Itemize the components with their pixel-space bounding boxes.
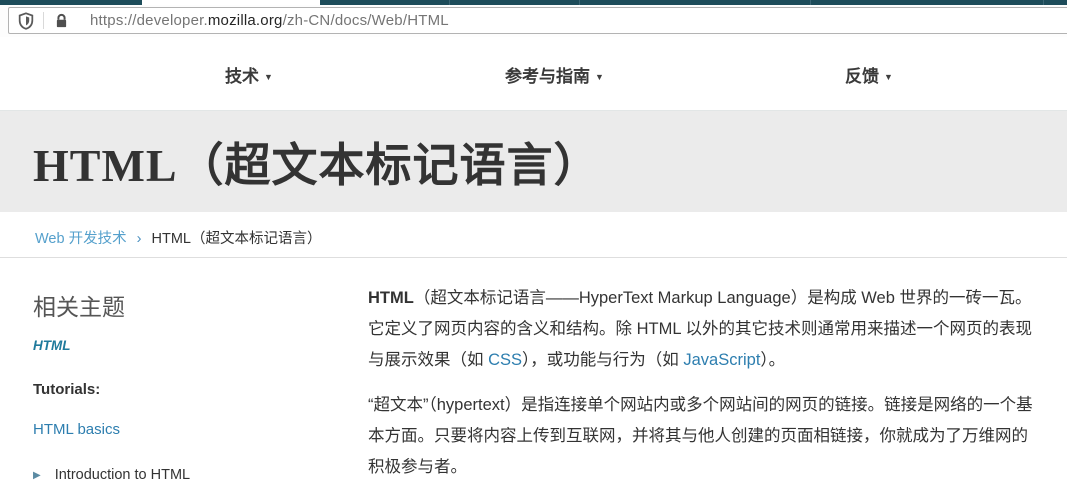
chevron-down-icon: ▼	[264, 72, 273, 82]
nav-item-technologies[interactable]: 技术 ▼	[225, 62, 273, 87]
shield-icon[interactable]	[9, 8, 43, 33]
content-link[interactable]: JavaScript	[683, 351, 760, 369]
breadcrumb: Web 开发技术 › HTML（超文本标记语言）	[0, 212, 1067, 258]
url-domain: mozilla.org	[207, 12, 283, 29]
sidebar-item-label: Introduction to HTML	[54, 467, 191, 483]
bold-text: HTML	[368, 289, 414, 307]
breadcrumb-link-web[interactable]: Web 开发技术	[35, 231, 127, 247]
page-title: HTML（超文本标记语言）	[33, 140, 601, 191]
nav-item-label: 参考与指南	[505, 67, 590, 86]
url-path: /zh-CN/docs/Web/HTML	[282, 12, 449, 29]
paragraph-text: ），或功能与行为（如	[522, 351, 684, 369]
browser-chrome: https://developer.mozilla.org/zh-CN/docs…	[0, 5, 1067, 37]
content-link[interactable]: CSS	[488, 351, 522, 369]
chevron-down-icon: ▼	[595, 72, 604, 82]
nav-item-references[interactable]: 参考与指南 ▼	[505, 62, 604, 87]
article-paragraph: HTML（超文本标记语言——HyperText Markup Language）…	[368, 283, 1036, 376]
sidebar-topic-link-html[interactable]: HTML	[33, 338, 71, 353]
article-paragraph: “超文本”（hypertext）是指连接单个网站内或多个网站间的网页的链接。链接…	[368, 390, 1036, 483]
url-text[interactable]: https://developer.mozilla.org/zh-CN/docs…	[90, 12, 449, 29]
lock-icon[interactable]	[44, 8, 78, 33]
address-bar[interactable]: https://developer.mozilla.org/zh-CN/docs…	[8, 7, 1067, 34]
breadcrumb-current: HTML（超文本标记语言）	[151, 231, 322, 247]
chevron-down-icon: ▼	[884, 72, 893, 82]
article-body: HTML（超文本标记语言——HyperText Markup Language）…	[368, 258, 1036, 483]
paragraph-text: “超文本”（hypertext）是指连接单个网站内或多个网站间的网页的链接。链接…	[368, 396, 1033, 476]
sidebar-heading: 相关主题	[33, 295, 125, 320]
breadcrumb-separator-icon: ›	[136, 231, 142, 247]
sidebar-tutorials-label: Tutorials:	[33, 381, 101, 398]
nav-item-label: 反馈	[845, 67, 879, 86]
nav-item-label: 技术	[225, 67, 259, 86]
sidebar: 相关主题 HTML Tutorials: HTML basics ▶ Introd…	[33, 258, 343, 483]
nav-item-feedback[interactable]: 反馈 ▼	[845, 62, 893, 87]
site-nav: 技术 ▼ 参考与指南 ▼ 反馈 ▼	[0, 37, 1067, 110]
paragraph-text: ）。	[760, 351, 786, 369]
sidebar-link-html-basics[interactable]: HTML basics	[33, 421, 120, 438]
expand-arrow-icon: ▶	[33, 470, 41, 481]
url-prefix: https://developer.	[90, 12, 208, 29]
page-header: HTML（超文本标记语言）	[0, 110, 1067, 212]
sidebar-item-introduction-to-html[interactable]: ▶ Introduction to HTML	[33, 467, 343, 483]
sidebar-list: ▶ Introduction to HTML	[33, 467, 343, 483]
